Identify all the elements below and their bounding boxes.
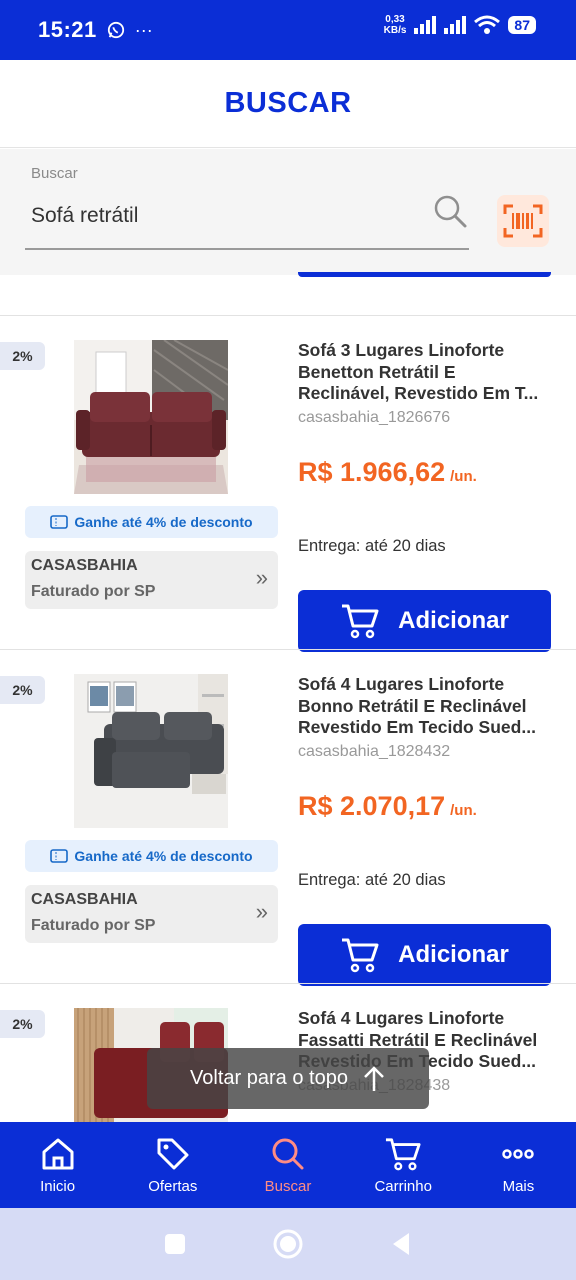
- back-to-top-label: Voltar para o topo: [190, 1067, 348, 1089]
- search-area: Buscar Sofá retrátil: [0, 149, 576, 275]
- signal-icon: [414, 16, 437, 34]
- product-price: R$ 1.966,62: [298, 457, 446, 487]
- nav-item-carrinho[interactable]: Carrinho: [346, 1122, 461, 1208]
- net-speed: 0,33 KB/s: [383, 14, 407, 36]
- back-icon[interactable]: [389, 1231, 413, 1257]
- bottom-navigation: Inicio Ofertas Buscar Carrinho Mais: [0, 1122, 576, 1208]
- cart-icon: [386, 1137, 421, 1170]
- status-bar: 15:21 ··· 0,33 KB/s 87: [0, 0, 576, 60]
- home-icon: [42, 1138, 74, 1169]
- nav-item-ofertas[interactable]: Ofertas: [115, 1122, 230, 1208]
- nav-label: Inicio: [40, 1177, 76, 1195]
- product-card: 2% Ganhe até 4% de desconto CASASBAHIA F…: [0, 649, 576, 986]
- cart-icon: [342, 938, 379, 973]
- price-row: R$ 2.070,17 /un.: [298, 791, 477, 822]
- nav-label: Buscar: [264, 1177, 312, 1195]
- seller-card[interactable]: CASASBAHIA Faturado por SP »: [25, 885, 278, 943]
- cashback-banner: Ganhe até 4% de desconto: [25, 506, 278, 538]
- page-header: BUSCAR: [0, 60, 576, 148]
- barcode-icon: [503, 204, 543, 238]
- product-image[interactable]: [74, 340, 228, 494]
- wifi-icon: [474, 15, 501, 34]
- price-unit: /un.: [450, 468, 477, 485]
- status-right: 0,33 KB/s 87: [384, 14, 536, 36]
- cart-icon: [342, 604, 379, 639]
- signal-icon-2: [444, 16, 467, 34]
- search-input[interactable]: Sofá retrátil: [31, 204, 138, 228]
- double-chevron-icon: »: [255, 899, 268, 924]
- ticket-icon: [50, 849, 69, 863]
- product-title[interactable]: Sofá 3 Lugares Linoforte Benetton Retrát…: [298, 340, 554, 405]
- nav-label: Mais: [502, 1177, 535, 1195]
- arrow-up-icon: [364, 1065, 384, 1091]
- nav-item-buscar[interactable]: Buscar: [230, 1122, 345, 1208]
- product-image[interactable]: [74, 674, 228, 828]
- price-unit: /un.: [450, 802, 477, 819]
- tag-icon: [157, 1138, 189, 1169]
- seller-billing: Faturado por SP: [31, 917, 156, 934]
- double-chevron-icon: »: [255, 565, 268, 590]
- nav-item-mais[interactable]: Mais: [461, 1122, 576, 1208]
- ticket-icon: [50, 515, 69, 529]
- delivery-info: Entrega: até 20 dias: [298, 871, 446, 889]
- add-to-cart-button[interactable]: Adicionar: [298, 924, 551, 986]
- add-to-cart-button[interactable]: Adicionar: [298, 590, 551, 652]
- seller-name: CASASBAHIA: [31, 557, 138, 574]
- more-notifications-icon: ···: [134, 19, 153, 40]
- recent-apps-icon[interactable]: [163, 1232, 187, 1256]
- page-title: BUSCAR: [224, 87, 352, 119]
- cashback-text: Ganhe até 4% de desconto: [74, 514, 253, 530]
- discount-badge: 2%: [0, 342, 45, 370]
- add-button-label: Adicionar: [398, 607, 509, 634]
- cashback-text: Ganhe até 4% de desconto: [74, 848, 253, 864]
- search-icon: [272, 1138, 304, 1169]
- status-notifications: ···: [107, 20, 153, 41]
- nav-label: Ofertas: [148, 1177, 198, 1195]
- status-time: 15:21: [38, 17, 97, 42]
- nav-label: Carrinho: [374, 1177, 432, 1195]
- cashback-banner: Ganhe até 4% de desconto: [25, 840, 278, 872]
- product-price: R$ 2.070,17: [298, 791, 446, 821]
- discount-badge: 2%: [0, 1010, 45, 1038]
- price-row: R$ 1.966,62 /un.: [298, 457, 477, 488]
- product-list: 2% Ganhe até 4% de desconto CASASBAHIA F…: [0, 276, 576, 1122]
- add-button-label: Adicionar: [398, 941, 509, 968]
- discount-badge: 2%: [0, 676, 45, 704]
- seller-card[interactable]: CASASBAHIA Faturado por SP »: [25, 551, 278, 609]
- search-label: Buscar: [31, 165, 78, 182]
- product-sku: casasbahia_1826676: [298, 409, 451, 426]
- search-underline: [25, 248, 469, 250]
- nav-item-inicio[interactable]: Inicio: [0, 1122, 115, 1208]
- product-card: 2% Ganhe até 4% de desconto CASASBAHIA F…: [0, 315, 576, 652]
- product-title[interactable]: Sofá 4 Lugares Linoforte Bonno Retrátil …: [298, 674, 554, 739]
- whatsapp-icon: [107, 21, 124, 39]
- delivery-info: Entrega: até 20 dias: [298, 537, 446, 555]
- product-sku: casasbahia_1828432: [298, 743, 451, 760]
- barcode-scan-button[interactable]: [497, 195, 549, 247]
- search-icon[interactable]: [432, 193, 468, 229]
- back-to-top-button[interactable]: Voltar para o topo: [147, 1048, 429, 1109]
- system-navigation: [0, 1208, 576, 1280]
- home-button-icon[interactable]: [272, 1228, 304, 1260]
- more-icon: [502, 1148, 535, 1159]
- battery-indicator: 87: [508, 16, 536, 34]
- seller-billing: Faturado por SP: [31, 583, 156, 600]
- seller-name: CASASBAHIA: [31, 891, 138, 908]
